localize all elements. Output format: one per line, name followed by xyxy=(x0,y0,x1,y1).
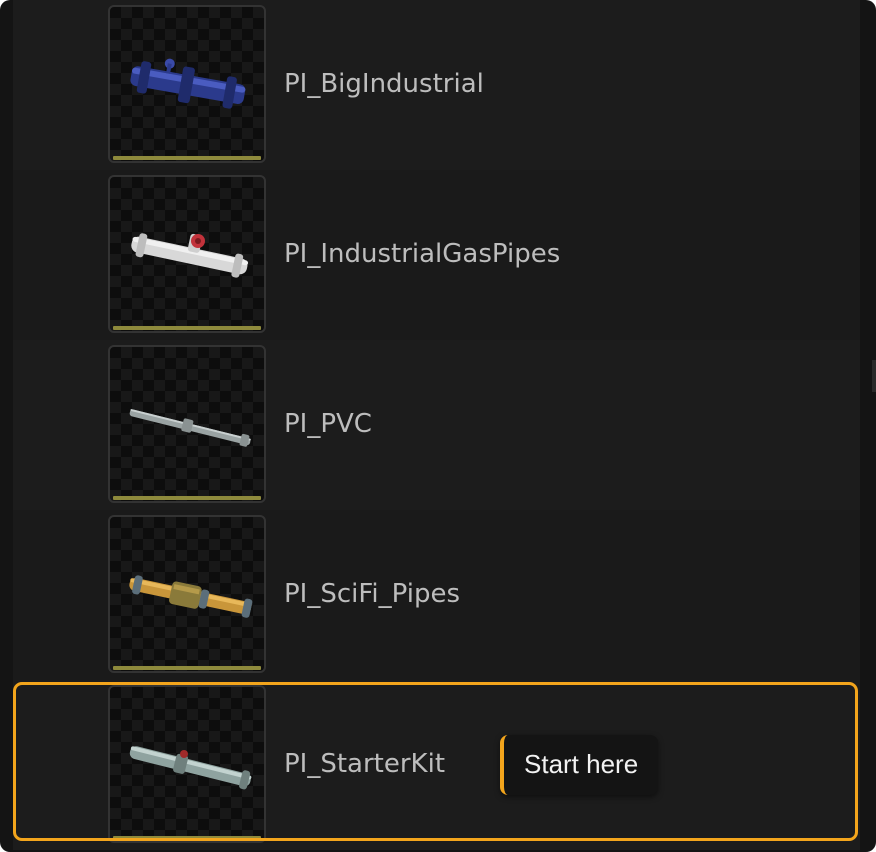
asset-row-scifi-pipes[interactable]: PI_SciFi_Pipes xyxy=(13,510,860,680)
grey-pvc-pipe-icon xyxy=(129,409,251,447)
blue-industrial-pipe-icon xyxy=(130,58,246,109)
asset-label: PI_SciFi_Pipes xyxy=(284,579,461,609)
asset-list-panel: PI_BigIndustrial PI_IndustrialGasPipes P… xyxy=(0,0,876,852)
asset-label: PI_PVC xyxy=(284,409,372,439)
thumbnail-color-bar xyxy=(113,836,261,840)
asset-row-pvc[interactable]: PI_PVC xyxy=(13,340,860,510)
scrollbar[interactable] xyxy=(872,360,876,392)
starter-kit-pipe-icon xyxy=(129,746,252,790)
asset-label: PI_IndustrialGasPipes xyxy=(284,239,561,269)
callout-text: Start here xyxy=(524,749,639,779)
thumbnail-color-bar xyxy=(113,156,261,160)
asset-thumbnail[interactable] xyxy=(108,515,266,673)
start-here-callout: Start here xyxy=(500,735,658,795)
asset-label: PI_StarterKit xyxy=(284,749,446,779)
asset-list: PI_BigIndustrial PI_IndustrialGasPipes P… xyxy=(13,0,860,852)
thumbnail-color-bar xyxy=(113,496,261,500)
asset-row-starter-kit[interactable]: PI_StarterKit xyxy=(13,680,860,850)
asset-row-big-industrial[interactable]: PI_BigIndustrial xyxy=(13,0,860,170)
asset-label: PI_BigIndustrial xyxy=(284,69,484,99)
asset-row-industrial-gas-pipes[interactable]: PI_IndustrialGasPipes xyxy=(13,170,860,340)
asset-thumbnail[interactable] xyxy=(108,175,266,333)
asset-thumbnail[interactable] xyxy=(108,345,266,503)
thumbnail-color-bar xyxy=(113,666,261,670)
asset-thumbnail[interactable] xyxy=(108,685,266,843)
asset-thumbnail[interactable] xyxy=(108,5,266,163)
orange-scifi-pipe-icon xyxy=(129,575,253,618)
white-gas-pipe-with-red-valve-icon xyxy=(131,233,249,278)
thumbnail-color-bar xyxy=(113,326,261,330)
